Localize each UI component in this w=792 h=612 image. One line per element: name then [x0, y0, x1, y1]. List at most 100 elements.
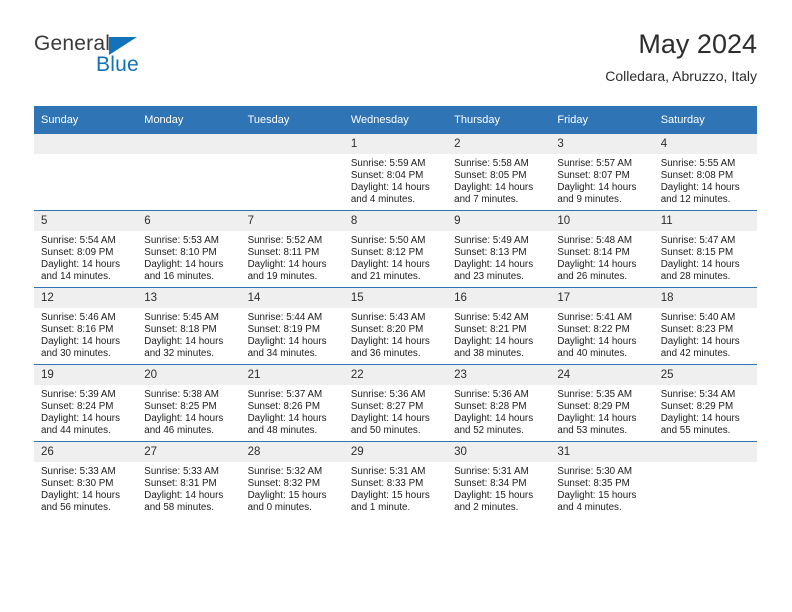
- daylight-text: Daylight: 15 hours: [350, 489, 430, 501]
- sunset-text: Sunset: 8:29 PM: [660, 400, 734, 412]
- daylight-text: Daylight: 14 hours: [247, 335, 327, 347]
- daylight-text-cont: and 26 minutes.: [557, 270, 628, 282]
- sunrise-text: Sunrise: 5:33 AM: [144, 466, 219, 477]
- daylight-text: Daylight: 15 hours: [557, 489, 637, 501]
- daylight-text: Daylight: 14 hours: [144, 335, 224, 347]
- sunrise-text: Sunrise: 5:52 AM: [247, 235, 323, 246]
- sunset-text: Sunset: 8:05 PM: [454, 169, 527, 181]
- weekday-header-sunday: Sunday: [34, 106, 138, 134]
- general-blue-logo[interactable]: General Blue: [34, 32, 234, 92]
- calendar-week-row: 19 Sunrise: 5:39 AM Sunset: 8:24 PM Dayligh…: [34, 364, 757, 442]
- calendar-day-cell[interactable]: 2 Sunrise: 5:58 AM Sunset: 8:05 PM Daylight…: [447, 134, 551, 211]
- calendar-day-cell[interactable]: 28 Sunrise: 5:32 AM Sunset: 8:32 PM Dayligh…: [240, 441, 344, 518]
- calendar-day-cell-empty: [137, 134, 241, 211]
- calendar-day-cell[interactable]: 15 Sunrise: 5:43 AM Sunset: 8:20 PM Dayligh…: [343, 287, 448, 365]
- day-details: Sunrise: 5:35 AM Sunset: 8:29 PM Daylight:…: [550, 385, 653, 437]
- calendar-day-cell[interactable]: 31 Sunrise: 5:30 AM Sunset: 8:35 PM Dayligh…: [550, 441, 654, 518]
- day-details: Sunrise: 5:38 AM Sunset: 8:25 PM Daylight:…: [137, 385, 240, 437]
- sunrise-text: Sunrise: 5:33 AM: [41, 466, 116, 477]
- day-number: 29: [343, 442, 448, 462]
- calendar-day-cell[interactable]: 25 Sunrise: 5:34 AM Sunset: 8:29 PM Dayligh…: [653, 364, 757, 442]
- sunset-text: Sunset: 8:04 PM: [350, 169, 424, 181]
- calendar-day-cell[interactable]: 5 Sunrise: 5:54 AM Sunset: 8:09 PM Daylight…: [34, 210, 138, 288]
- calendar-day-cell[interactable]: 4 Sunrise: 5:55 AM Sunset: 8:08 PM Daylight…: [653, 134, 757, 211]
- day-details: Sunrise: 5:41 AM Sunset: 8:22 PM Daylight:…: [550, 308, 653, 360]
- calendar-day-cell[interactable]: 6 Sunrise: 5:53 AM Sunset: 8:10 PM Daylight…: [137, 210, 241, 288]
- sunset-text: Sunset: 8:09 PM: [41, 246, 114, 258]
- calendar-day-cell[interactable]: 12 Sunrise: 5:46 AM Sunset: 8:16 PM Dayligh…: [34, 287, 138, 365]
- sunset-text: Sunset: 8:28 PM: [454, 400, 527, 412]
- day-number: 6: [137, 211, 241, 231]
- calendar-day-cell[interactable]: 20 Sunrise: 5:38 AM Sunset: 8:25 PM Dayligh…: [137, 364, 241, 442]
- day-number: 21: [240, 365, 344, 385]
- daylight-text-cont: and 30 minutes.: [41, 347, 111, 359]
- sunrise-text: Sunrise: 5:31 AM: [350, 466, 426, 477]
- calendar-day-cell[interactable]: 11 Sunrise: 5:47 AM Sunset: 8:15 PM Dayligh…: [653, 210, 757, 288]
- daylight-text-cont: and 32 minutes.: [144, 347, 214, 359]
- calendar-week-row: 5 Sunrise: 5:54 AM Sunset: 8:09 PM Daylight…: [34, 210, 757, 288]
- calendar-day-cell[interactable]: 29 Sunrise: 5:31 AM Sunset: 8:33 PM Dayligh…: [343, 441, 448, 518]
- daylight-text-cont: and 0 minutes.: [247, 501, 312, 513]
- daylight-text: Daylight: 14 hours: [660, 181, 740, 193]
- sunrise-text: Sunrise: 5:32 AM: [247, 466, 323, 477]
- sunset-text: Sunset: 8:31 PM: [144, 477, 217, 489]
- daylight-text: Daylight: 14 hours: [660, 258, 740, 270]
- calendar-day-cell[interactable]: 9 Sunrise: 5:49 AM Sunset: 8:13 PM Daylight…: [447, 210, 551, 288]
- sunrise-text: Sunrise: 5:46 AM: [41, 312, 116, 323]
- day-details: Sunrise: 5:47 AM Sunset: 8:15 PM Daylight:…: [654, 231, 757, 283]
- daylight-text: Daylight: 14 hours: [41, 335, 120, 347]
- calendar-day-cell[interactable]: 1 Sunrise: 5:59 AM Sunset: 8:04 PM Daylight…: [343, 134, 448, 211]
- calendar-day-cell[interactable]: 13 Sunrise: 5:45 AM Sunset: 8:18 PM Dayligh…: [137, 287, 241, 365]
- day-details: Sunrise: 5:40 AM Sunset: 8:23 PM Daylight:…: [654, 308, 757, 360]
- calendar-day-cell[interactable]: 17 Sunrise: 5:41 AM Sunset: 8:22 PM Dayligh…: [550, 287, 654, 365]
- calendar-day-cell[interactable]: 14 Sunrise: 5:44 AM Sunset: 8:19 PM Dayligh…: [240, 287, 344, 365]
- daylight-text-cont: and 19 minutes.: [247, 270, 318, 282]
- sunrise-text: Sunrise: 5:54 AM: [41, 235, 116, 246]
- calendar-body: 1 Sunrise: 5:59 AM Sunset: 8:04 PM Daylight…: [34, 134, 757, 518]
- sunset-text: Sunset: 8:08 PM: [660, 169, 734, 181]
- sunset-text: Sunset: 8:10 PM: [144, 246, 217, 258]
- day-details: Sunrise: 5:53 AM Sunset: 8:10 PM Daylight:…: [137, 231, 240, 283]
- calendar-day-cell[interactable]: 7 Sunrise: 5:52 AM Sunset: 8:11 PM Daylight…: [240, 210, 344, 288]
- day-details: Sunrise: 5:44 AM Sunset: 8:19 PM Daylight:…: [241, 308, 344, 360]
- calendar-day-cell[interactable]: 23 Sunrise: 5:36 AM Sunset: 8:28 PM Dayligh…: [447, 364, 551, 442]
- day-number: 12: [34, 288, 138, 308]
- day-details: Sunrise: 5:31 AM Sunset: 8:33 PM Daylight:…: [344, 462, 447, 514]
- weekday-header-wednesday: Wednesday: [343, 106, 448, 134]
- daylight-text-cont: and 14 minutes.: [41, 270, 111, 282]
- page-title: May 2024: [638, 29, 757, 59]
- calendar-day-cell[interactable]: 30 Sunrise: 5:31 AM Sunset: 8:34 PM Dayligh…: [447, 441, 551, 518]
- daylight-text: Daylight: 14 hours: [350, 258, 430, 270]
- daylight-text: Daylight: 14 hours: [454, 335, 534, 347]
- sunset-text: Sunset: 8:21 PM: [454, 323, 527, 335]
- sunset-text: Sunset: 8:19 PM: [247, 323, 320, 335]
- sunset-text: Sunset: 8:25 PM: [144, 400, 217, 412]
- sunset-text: Sunset: 8:33 PM: [350, 477, 424, 489]
- calendar-day-cell[interactable]: 26 Sunrise: 5:33 AM Sunset: 8:30 PM Dayligh…: [34, 441, 138, 518]
- day-details: Sunrise: 5:49 AM Sunset: 8:13 PM Daylight:…: [447, 231, 550, 283]
- day-number: 27: [137, 442, 241, 462]
- day-number: 18: [653, 288, 757, 308]
- calendar-day-cell[interactable]: 24 Sunrise: 5:35 AM Sunset: 8:29 PM Dayligh…: [550, 364, 654, 442]
- calendar-day-cell[interactable]: 27 Sunrise: 5:33 AM Sunset: 8:31 PM Dayligh…: [137, 441, 241, 518]
- daylight-text-cont: and 53 minutes.: [557, 424, 628, 436]
- calendar-day-cell[interactable]: 22 Sunrise: 5:36 AM Sunset: 8:27 PM Dayligh…: [343, 364, 448, 442]
- calendar-day-cell[interactable]: 18 Sunrise: 5:40 AM Sunset: 8:23 PM Dayligh…: [653, 287, 757, 365]
- calendar-day-cell[interactable]: 19 Sunrise: 5:39 AM Sunset: 8:24 PM Dayligh…: [34, 364, 138, 442]
- sunset-text: Sunset: 8:32 PM: [247, 477, 320, 489]
- daylight-text: Daylight: 14 hours: [454, 412, 534, 424]
- calendar-day-cell[interactable]: 8 Sunrise: 5:50 AM Sunset: 8:12 PM Daylight…: [343, 210, 448, 288]
- calendar-day-cell[interactable]: 21 Sunrise: 5:37 AM Sunset: 8:26 PM Dayligh…: [240, 364, 344, 442]
- calendar-day-cell-empty: [34, 134, 138, 211]
- day-number: [137, 134, 241, 154]
- calendar-day-cell[interactable]: 10 Sunrise: 5:48 AM Sunset: 8:14 PM Dayligh…: [550, 210, 654, 288]
- calendar-day-cell[interactable]: 3 Sunrise: 5:57 AM Sunset: 8:07 PM Daylight…: [550, 134, 654, 211]
- sunset-text: Sunset: 8:15 PM: [660, 246, 734, 258]
- day-details: Sunrise: 5:34 AM Sunset: 8:29 PM Daylight:…: [654, 385, 757, 437]
- sunset-text: Sunset: 8:27 PM: [350, 400, 424, 412]
- day-number: 11: [653, 211, 757, 231]
- day-details: Sunrise: 5:31 AM Sunset: 8:34 PM Daylight:…: [447, 462, 550, 514]
- calendar-day-cell[interactable]: 16 Sunrise: 5:42 AM Sunset: 8:21 PM Dayligh…: [447, 287, 551, 365]
- sunrise-text: Sunrise: 5:55 AM: [660, 158, 736, 169]
- sunset-text: Sunset: 8:13 PM: [454, 246, 527, 258]
